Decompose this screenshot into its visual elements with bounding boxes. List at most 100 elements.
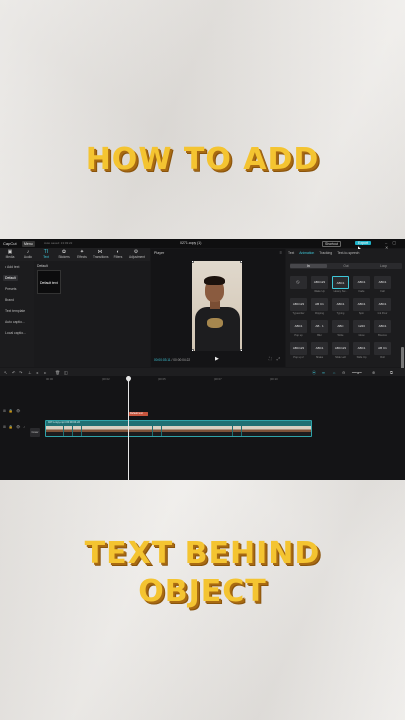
video-thumbnail — [134, 426, 144, 436]
play-icon[interactable]: ▶ — [215, 356, 219, 362]
zoom-in-icon[interactable]: ⊕ — [372, 370, 375, 375]
redo-icon[interactable]: ↷ — [19, 370, 22, 375]
animation-preset[interactable]: ABC1 — [311, 342, 328, 355]
nav-item[interactable]: Text template — [3, 308, 27, 314]
animation-preset[interactable]: 1223 — [353, 320, 370, 333]
assets-tab-default[interactable]: Default — [37, 264, 48, 268]
animation-preset[interactable]: ABC1 — [290, 320, 307, 333]
select-tool-icon[interactable]: ↖ — [4, 370, 7, 375]
resize-handle-br[interactable] — [240, 349, 242, 351]
project-title[interactable]: 0271.copy (1) — [180, 241, 201, 245]
link-icon[interactable]: ∞ — [322, 370, 325, 375]
tool-audio[interactable]: ♪ Audio — [21, 249, 35, 259]
nav-item[interactable]: Default — [3, 275, 18, 281]
player-view-controls[interactable]: ⛶ ⤢ — [269, 356, 282, 361]
video-thumbnail — [188, 426, 197, 436]
menu-button[interactable]: Menu — [22, 240, 35, 247]
animation-preset[interactable]: ABC — [332, 320, 349, 333]
animation-preset[interactable]: ABC1 — [374, 298, 391, 311]
tool-media[interactable]: ▣ Media — [3, 249, 17, 259]
tool-text[interactable]: TI Text — [39, 249, 53, 259]
video-thumbnail — [152, 426, 162, 436]
cover-button[interactable]: Cover — [30, 428, 40, 437]
video-thumbnail — [72, 426, 82, 436]
animation-preset-caption: Slide Left — [335, 356, 346, 359]
ruler-tick-label: |00:02 — [102, 377, 110, 381]
tool-filters[interactable]: ◐ Filters — [111, 249, 125, 259]
animation-preset[interactable]: AB · 1 — [311, 320, 328, 333]
freeze-icon[interactable]: ◫ — [64, 370, 68, 375]
undo-icon[interactable]: ↶ — [12, 370, 15, 375]
text-assets-panel: Default Default text — [34, 261, 150, 367]
tool-transitions[interactable]: ⋈ Transitions — [93, 249, 109, 259]
resize-handle-bl[interactable] — [192, 349, 194, 351]
animation-preset[interactable]: ABC1 — [332, 276, 349, 289]
animation-subtab[interactable]: Out — [328, 264, 365, 268]
player-header: Player — [154, 251, 165, 255]
export-button[interactable]: Export — [355, 240, 372, 245]
video-clip[interactable]: 0271.copy.mp4 00:00:04:22 — [45, 420, 312, 437]
ruler-tick-label: |00:05 — [158, 377, 166, 381]
animation-preset[interactable]: AB C1 — [374, 342, 391, 355]
nav-item[interactable]: Local captio... — [3, 330, 28, 336]
player-menu-icon[interactable]: ≡ — [280, 250, 282, 255]
video-thumbnail — [197, 426, 206, 436]
inspector-tab[interactable]: Animation — [299, 251, 314, 255]
delete-left-icon[interactable]: ⫷ — [36, 370, 38, 375]
video-clip-label: 0271.copy.mp4 00:00:04:22 — [48, 421, 80, 424]
video-track-controls[interactable]: ⊞ 🔒 👁 ♪ — [3, 425, 26, 429]
default-text-tile[interactable]: Default text — [37, 270, 61, 294]
animation-preset[interactable]: AB C1 — [311, 298, 328, 311]
delete-icon[interactable]: 🗑 — [55, 370, 60, 375]
preview-person-neck — [210, 301, 220, 309]
split-icon[interactable]: ⊥ — [28, 370, 31, 375]
animation-preset[interactable]: ABC1 — [374, 320, 391, 333]
playhead[interactable] — [128, 376, 129, 480]
animation-preset[interactable]: ABC123 — [311, 276, 328, 289]
text-clip[interactable]: Default text — [129, 412, 148, 416]
animation-preset[interactable]: ABC1 — [353, 276, 370, 289]
nav-item[interactable]: • Add text — [3, 264, 21, 270]
animation-preset[interactable]: ABC123 — [290, 298, 307, 311]
nav-item[interactable]: Presets — [3, 286, 19, 292]
video-thumbnail — [214, 426, 224, 436]
shortcut-button[interactable]: Shortcut — [322, 240, 342, 247]
animation-preset-caption: Blur — [317, 334, 322, 337]
nav-item[interactable]: Brand — [3, 297, 16, 303]
ruler-tick-label: |00:07 — [214, 377, 222, 381]
resize-handle-tl[interactable] — [192, 261, 194, 263]
animation-preset[interactable]: ABC123 — [290, 342, 307, 355]
zoom-out-icon[interactable]: ⊖ — [342, 370, 345, 375]
fit-icon[interactable]: ⧉ — [390, 370, 393, 375]
headline-bottom-line1: TEXT BEHIND — [84, 536, 321, 571]
animation-preset[interactable]: ABC1 — [332, 298, 349, 311]
magnet-icon[interactable]: ⦿ — [312, 370, 316, 376]
inspector-tab[interactable]: Text — [288, 251, 294, 255]
current-time: 00:00:03:11 — [154, 358, 171, 362]
video-thumbnail — [81, 426, 91, 436]
resize-handle-tr[interactable] — [240, 261, 242, 263]
animation-preset[interactable]: ABC123 — [332, 342, 349, 355]
tool-stickers[interactable]: ✿ Stickers — [57, 249, 71, 259]
animation-subtab[interactable]: In — [290, 264, 327, 268]
animation-preset[interactable]: ABC1 — [374, 276, 391, 289]
tool-effects[interactable]: ✦ Effects — [75, 249, 89, 259]
video-preview[interactable] — [192, 261, 242, 351]
tool-adjustment[interactable]: ⚙ Adjustment — [129, 249, 145, 259]
inspector-tab[interactable]: Text-to-speech — [337, 251, 359, 255]
animation-subtab[interactable]: Loop — [365, 264, 402, 268]
tool-label: Transitions — [93, 255, 109, 259]
animation-preset[interactable]: ABC1 — [353, 298, 370, 311]
text-track-controls[interactable]: ⊞ 🔒 👁 — [3, 409, 21, 413]
video-thumbnails — [46, 426, 311, 436]
zoom-slider[interactable]: ━━●━ — [352, 370, 362, 375]
animation-preset[interactable]: ABC1 — [353, 342, 370, 355]
media-toolbar: ▣ Media ♪ Audio TI Text ✿ Stickers ✦ Effects ⋈ Tran… — [0, 248, 150, 261]
delete-right-icon[interactable]: ⫸ — [44, 370, 46, 375]
inspector-tab[interactable]: Tracking — [319, 251, 332, 255]
preview-axis-icon[interactable]: ⇔ — [332, 370, 336, 375]
tool-label: Adjustment — [129, 255, 145, 259]
timeline-toolbar: ↖ ↶ ↷ ⊥ ⫷ ⫸ 🗑 ◫ ⦿ ∞ ⇔ ⊖ ━━●━ ⊕ ⧉ — [0, 368, 405, 376]
none-animation-icon[interactable]: ⃠ — [290, 276, 307, 289]
nav-item[interactable]: Auto captio... — [3, 319, 27, 325]
